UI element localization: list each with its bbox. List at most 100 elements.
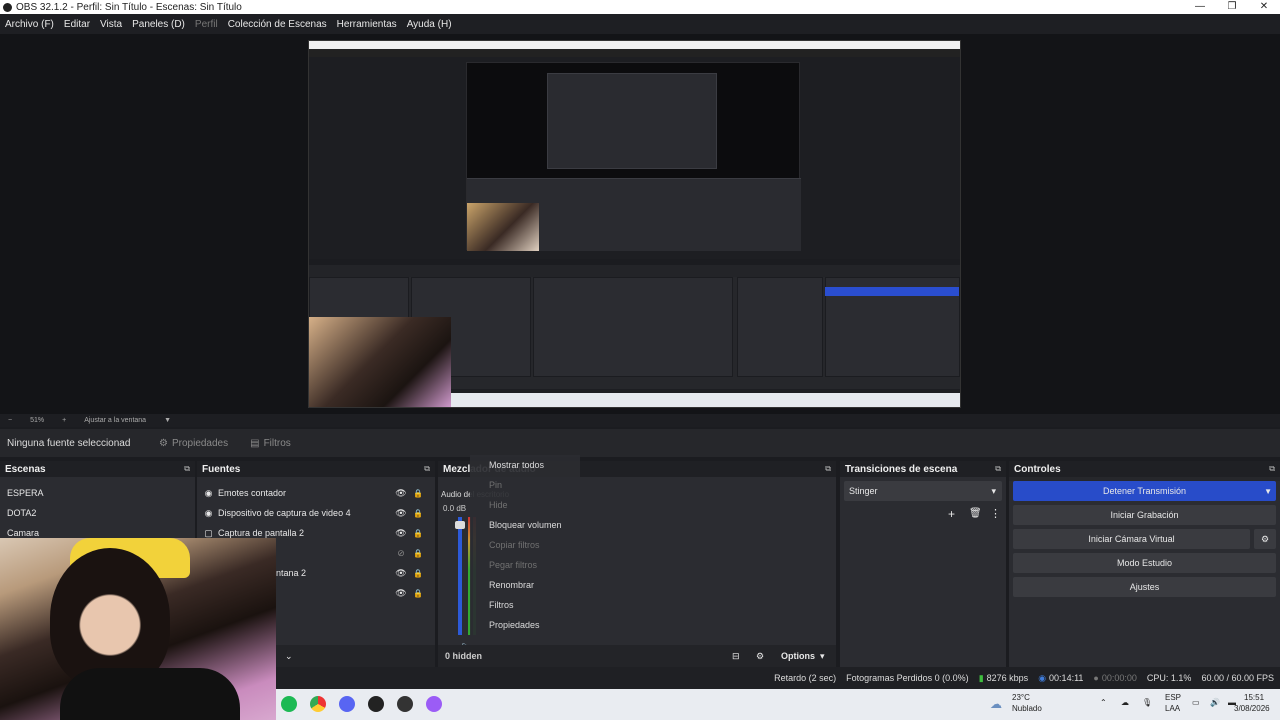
close-icon[interactable]: ✕ <box>1248 0 1280 14</box>
filter-icon: ▤ <box>250 437 260 449</box>
menu-item-hide[interactable]: Hide <box>470 495 580 515</box>
window-title: OBS 32.1.2 - Perfil: Sin Título - Escena… <box>16 1 242 13</box>
volume-icon[interactable]: 🔊 <box>1210 698 1220 707</box>
properties-button[interactable]: ⚙ Propiedades <box>151 434 236 453</box>
chevron-down-icon[interactable]: ▾ <box>820 651 825 662</box>
maximize-icon[interactable]: ❐ <box>1216 0 1248 14</box>
menu-item-rename[interactable]: Renombrar <box>470 575 580 595</box>
dropped-frames: Fotogramas Perdidos 0 (0.0%) <box>846 673 969 683</box>
lock-icon[interactable]: 🔒 <box>413 549 423 558</box>
lock-icon[interactable]: 🔒 <box>413 489 423 498</box>
properties-label: Propiedades <box>171 437 229 449</box>
undock-icon[interactable]: ⧉ <box>825 464 831 474</box>
taskbar: ☁ 23°C Nublado ⌃ ☁ 🎙 ESP LAA ▭ 🔊 ▬ 15:51… <box>276 689 1280 720</box>
source-label: Dispositivo de captura de video 4 <box>218 508 351 518</box>
layout-icon[interactable]: ⊟ <box>732 651 740 662</box>
gear-icon[interactable]: ⚙ <box>1254 529 1276 549</box>
options-button[interactable]: Options <box>781 651 815 661</box>
menu-item-copy-filters[interactable]: Copiar filtros <box>470 535 580 555</box>
add-icon[interactable]: + <box>948 507 955 521</box>
stop-stream-button[interactable]: Detener Transmisión ▼ <box>1013 481 1276 501</box>
eye-icon[interactable]: 👁 <box>395 488 407 499</box>
filters-button[interactable]: ▤ Filtros <box>242 434 299 453</box>
eye-icon[interactable]: 👁 <box>395 508 407 519</box>
zoom-out-icon[interactable]: − <box>8 417 12 424</box>
eye-icon[interactable]: 👁 <box>395 588 407 599</box>
chevron-down-icon[interactable]: ▼ <box>164 417 171 424</box>
lock-icon[interactable]: 🔒 <box>413 529 423 538</box>
menu-item-lock-volume[interactable]: Bloquear volumen <box>470 515 580 535</box>
context-menu: Mostrar todos Pin Hide Bloquear volumen … <box>470 455 580 640</box>
live-icon: ◉ <box>1038 672 1047 683</box>
network-icon[interactable]: ▭ <box>1192 698 1200 707</box>
menu-item-filters[interactable]: Filtros <box>470 595 580 615</box>
undock-icon[interactable]: ⧉ <box>1269 464 1275 474</box>
transition-select[interactable]: Stinger ▾ <box>844 481 1002 501</box>
eye-hidden-icon[interactable]: ⊘ <box>395 548 407 559</box>
menu-vista[interactable]: Vista <box>100 19 122 30</box>
chevron-down-icon[interactable]: ▼ <box>1264 487 1272 496</box>
controls-dock: Controles ⧉ Detener Transmisión ▼ Inicia… <box>1009 461 1280 671</box>
zoom-in-icon[interactable]: + <box>62 417 66 424</box>
menu-ayuda[interactable]: Ayuda (H) <box>407 19 452 30</box>
stop-stream-label: Detener Transmisión <box>1102 486 1187 496</box>
spotify-icon[interactable] <box>281 696 297 712</box>
mic-icon[interactable]: 🎙 <box>1142 698 1152 707</box>
zoom-fit[interactable]: Ajustar a la ventana <box>84 417 146 424</box>
volume-slider[interactable] <box>458 517 462 635</box>
menu-archivo[interactable]: Archivo (F) <box>5 19 54 30</box>
minimize-icon[interactable]: — <box>1184 0 1216 14</box>
menu-item-paste-filters[interactable]: Pegar filtros <box>470 555 580 575</box>
mixer-settings-icon[interactable]: ⚙ <box>756 651 764 662</box>
clock-date[interactable]: 3/08/2026 <box>1234 704 1270 713</box>
lock-icon[interactable]: 🔒 <box>413 509 423 518</box>
source-item[interactable]: ◉ Emotes contador 👁 🔒 <box>197 483 435 503</box>
source-item[interactable]: ◉ Dispositivo de captura de video 4 👁 🔒 <box>197 503 435 523</box>
lang-code[interactable]: ESP <box>1165 693 1181 702</box>
window-titlebar: OBS 32.1.2 - Perfil: Sin Título - Escena… <box>0 0 1280 14</box>
bitrate: 8276 kbps <box>986 673 1029 683</box>
chevron-down-icon: ▾ <box>991 486 996 496</box>
undock-icon[interactable]: ⧉ <box>995 464 1001 474</box>
chevron-up-icon[interactable]: ⌃ <box>1100 698 1107 707</box>
menu-coleccion[interactable]: Colección de Escenas <box>228 19 327 30</box>
app2-icon[interactable] <box>426 696 442 712</box>
menu-item-show-all[interactable]: Mostrar todos <box>470 455 580 475</box>
menu-editar[interactable]: Editar <box>64 19 90 30</box>
app-icon[interactable] <box>397 696 413 712</box>
trash-icon[interactable]: 🗑 <box>969 508 982 519</box>
cloud-icon[interactable]: ☁ <box>1121 698 1129 707</box>
sources-title: Fuentes <box>202 463 241 475</box>
undock-icon[interactable]: ⧉ <box>424 464 430 474</box>
weather-icon: ☁ <box>990 697 1002 711</box>
menu-paneles[interactable]: Paneles (D) <box>132 19 185 30</box>
live-time: 00:14:11 <box>1049 673 1084 683</box>
settings-button[interactable]: Ajustes <box>1013 577 1276 597</box>
menu-bar: Archivo (F) Editar Vista Paneles (D) Per… <box>0 14 1280 34</box>
more-icon[interactable]: ⋮ <box>990 507 1001 520</box>
undock-icon[interactable]: ⧉ <box>184 464 190 474</box>
cpu-usage: CPU: 1.1% <box>1146 673 1192 683</box>
chevron-down-icon[interactable]: ⌄ <box>285 651 293 662</box>
volume-handle[interactable] <box>455 521 465 529</box>
obs-icon[interactable] <box>368 696 384 712</box>
menu-herramientas[interactable]: Herramientas <box>337 19 397 30</box>
lang-layout[interactable]: LAA <box>1165 704 1180 713</box>
virtual-cam-button[interactable]: Iniciar Cámara Virtual <box>1013 529 1250 549</box>
lock-icon[interactable]: 🔒 <box>413 569 423 578</box>
eye-icon[interactable]: 👁 <box>395 568 407 579</box>
eye-icon[interactable]: 👁 <box>395 528 407 539</box>
scene-item[interactable]: DOTA2 <box>0 503 195 523</box>
discord-icon[interactable] <box>339 696 355 712</box>
menu-item-properties[interactable]: Propiedades <box>470 615 580 635</box>
lock-icon[interactable]: 🔒 <box>413 589 423 598</box>
obs-logo-icon <box>3 2 12 12</box>
zoom-bar: − 51% + Ajustar a la ventana ▼ <box>0 414 1280 427</box>
menu-perfil[interactable]: Perfil <box>195 19 218 30</box>
studio-mode-button[interactable]: Modo Estudio <box>1013 553 1276 573</box>
menu-item-pin[interactable]: Pin <box>470 475 580 495</box>
start-record-button[interactable]: Iniciar Grabación <box>1013 505 1276 525</box>
clock-time[interactable]: 15:51 <box>1244 693 1264 702</box>
scene-item[interactable]: ESPERA <box>0 483 195 503</box>
chrome-icon[interactable] <box>310 696 326 712</box>
